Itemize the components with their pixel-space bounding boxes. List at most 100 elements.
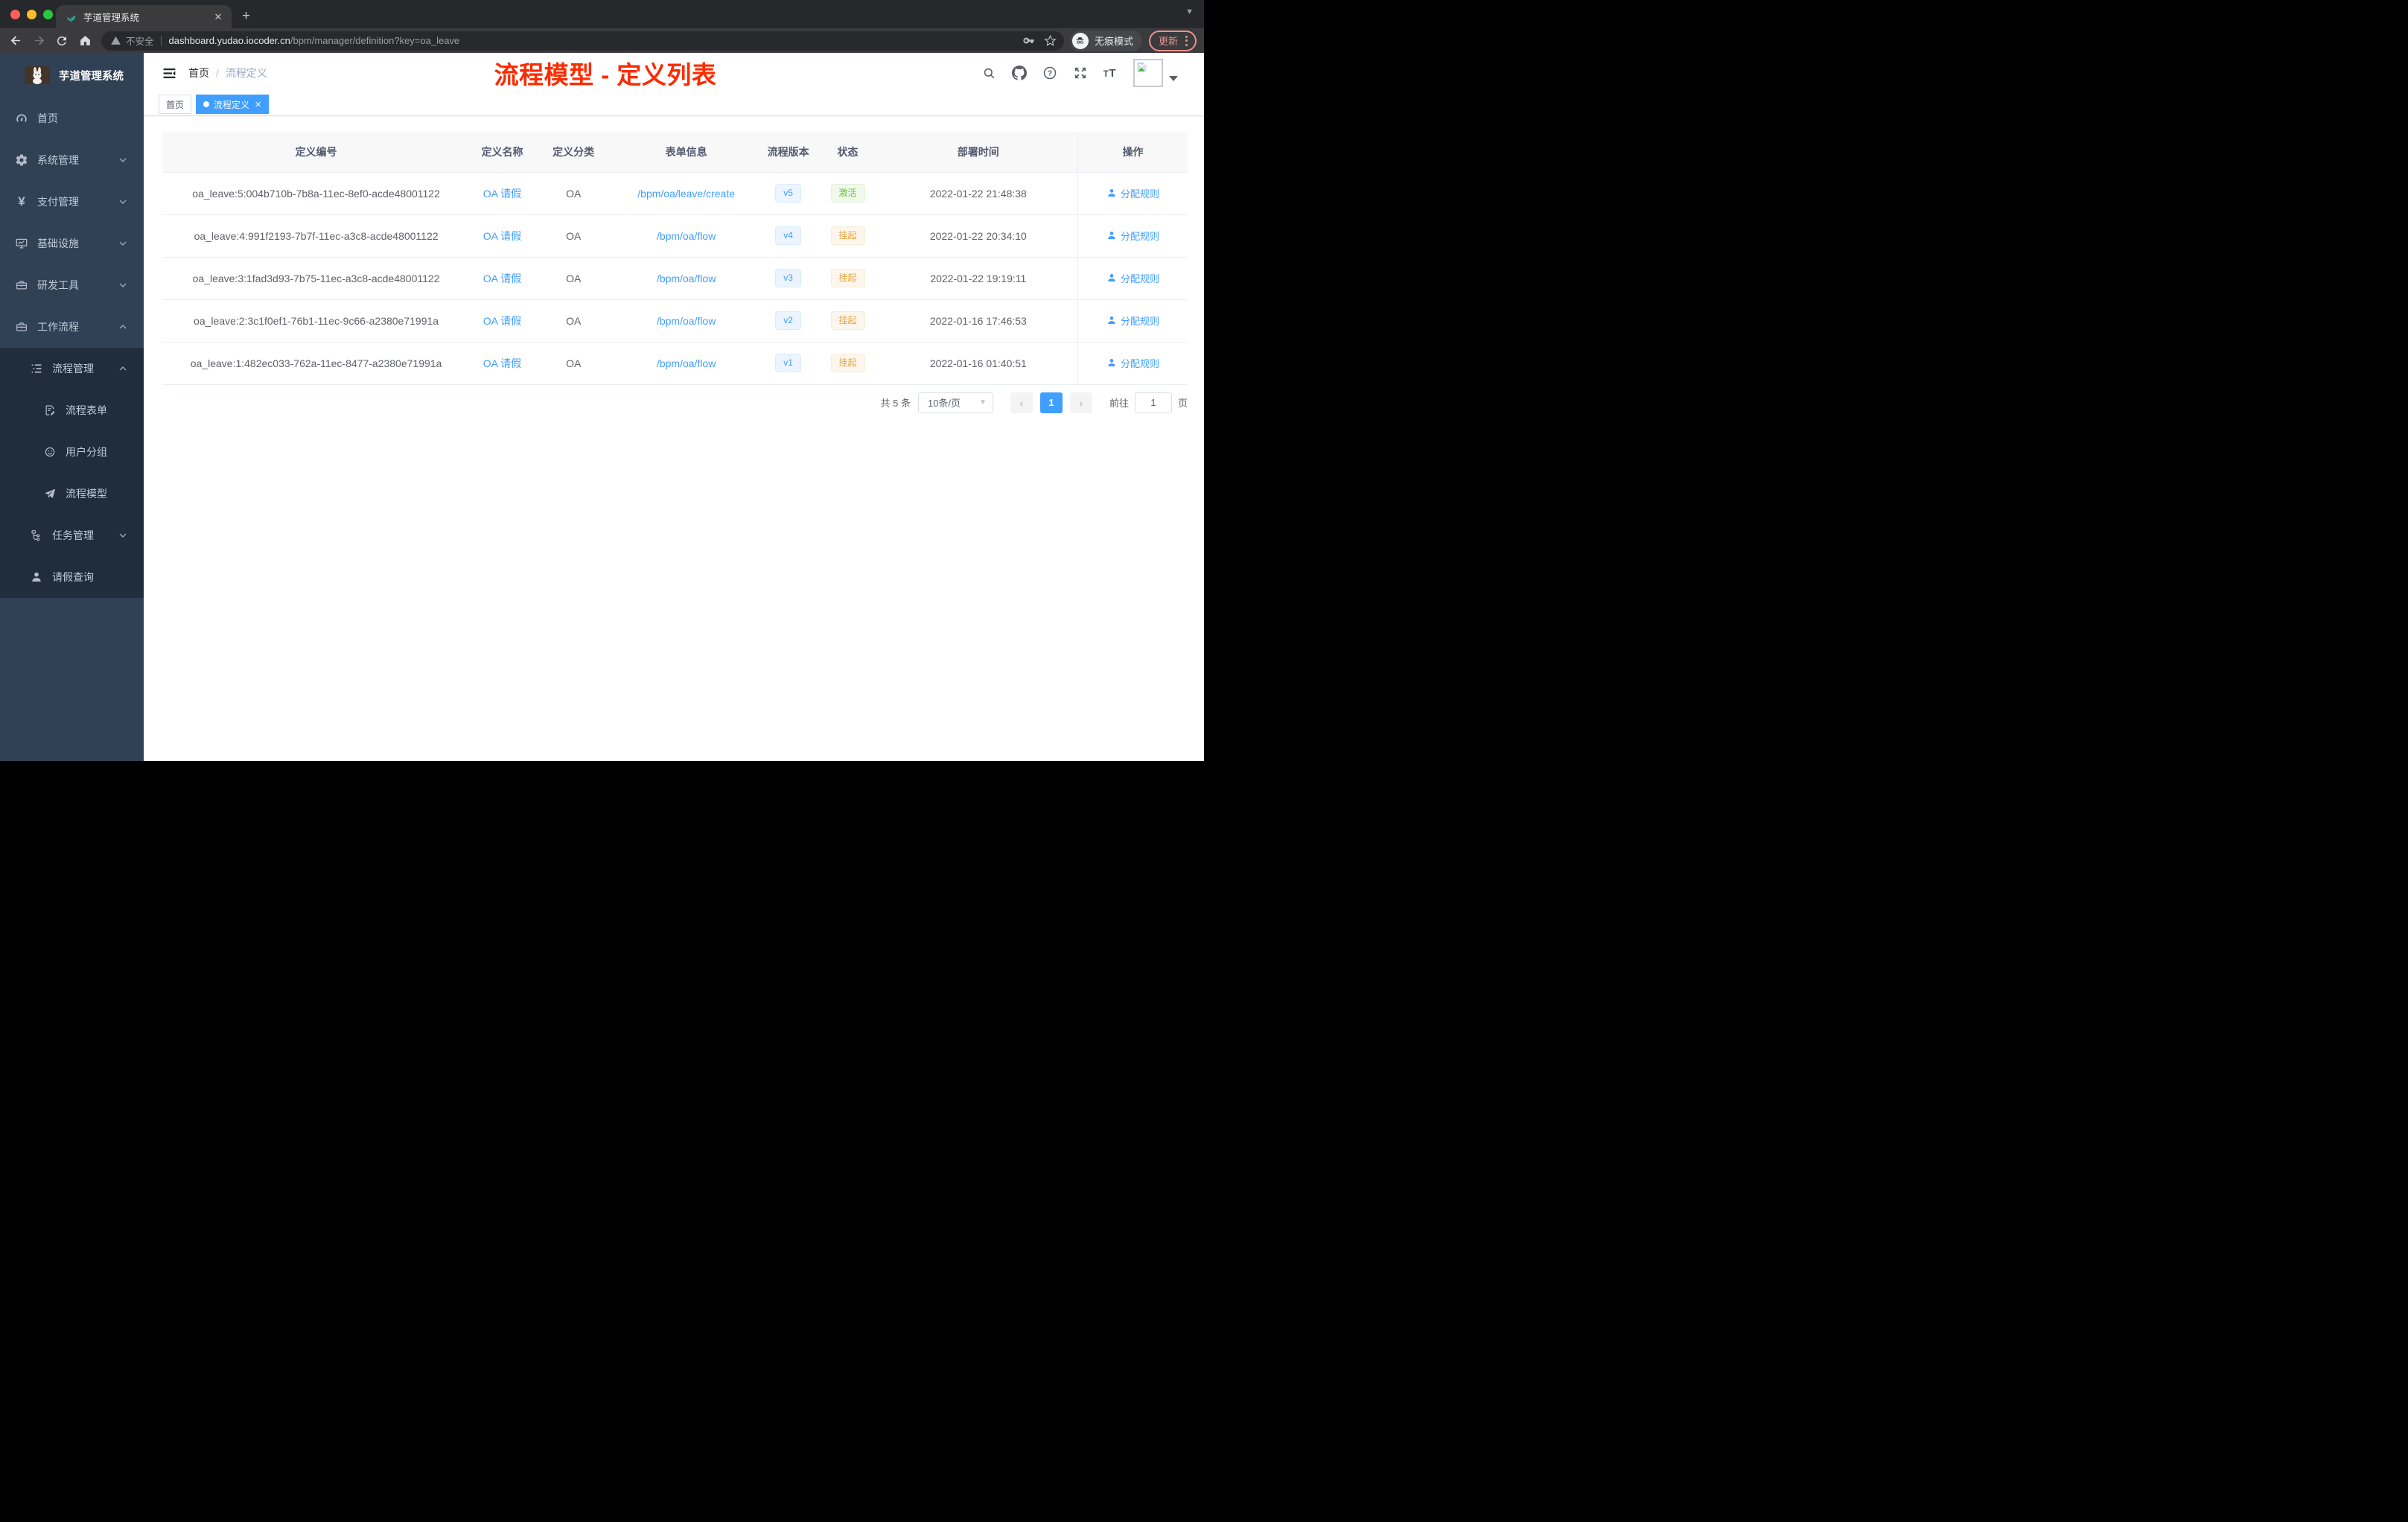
tag-home[interactable]: 首页 (159, 95, 192, 114)
tab-close-icon[interactable]: ✕ (212, 11, 224, 23)
chevron-down-icon (118, 281, 127, 290)
window-controls[interactable] (10, 10, 53, 19)
sidebar-item-home[interactable]: 首页 (0, 98, 144, 139)
sidebar-item-user-group[interactable]: 用户分组 (0, 431, 144, 473)
form-link[interactable]: /bpm/oa/flow (657, 315, 716, 327)
sidebar-item-label: 用户分组 (66, 446, 107, 458)
cell-category: OA (534, 214, 613, 258)
assign-rule-button[interactable]: 分配规则 (1106, 313, 1159, 328)
fullscreen-icon[interactable] (1073, 66, 1088, 80)
table-row: oa_leave:2:3c1f0ef1-76b1-11ec-9c66-a2380… (162, 299, 1188, 343)
form-link[interactable]: /bpm/oa/flow (657, 357, 716, 369)
logo-image (25, 66, 50, 84)
assign-rule-button[interactable]: 分配规则 (1106, 356, 1159, 370)
sidebar-item-process-model[interactable]: 流程模型 (0, 473, 144, 515)
column-header: 流程版本 (759, 133, 817, 173)
user-icon (30, 570, 43, 584)
browser-tab[interactable]: 芋道管理系统 ✕ (56, 5, 232, 28)
close-window-button[interactable] (10, 10, 20, 19)
bookmark-star-icon[interactable] (1044, 34, 1057, 47)
current-page-button[interactable]: 1 (1039, 392, 1063, 413)
tab-search-chevron-icon[interactable]: ▼ (1185, 7, 1194, 16)
form-link[interactable]: /bpm/oa/flow (657, 230, 716, 242)
assign-rule-button[interactable]: 分配规则 (1106, 271, 1159, 285)
incognito-badge: 无痕模式 (1069, 30, 1142, 51)
prev-page-button[interactable]: ‹ (1010, 392, 1033, 413)
cell-category: OA (534, 342, 613, 385)
sidebar-logo: 芋道管理系统 (0, 53, 144, 98)
sidebar-item-task-management[interactable]: 任务管理 (0, 515, 144, 556)
sidebar: 芋道管理系统 首页 系统管理 ¥ 支付管理 基础设施 研发工具 工作流程 流程管… (0, 53, 144, 761)
form-link[interactable]: /bpm/oa/flow (657, 273, 716, 284)
breadcrumb-home[interactable]: 首页 (188, 66, 209, 80)
goto-page-input[interactable] (1134, 392, 1172, 413)
document-edit-icon (43, 404, 57, 417)
cell-definition-id: oa_leave:3:1fad3d93-7b75-11ec-a3c8-acde4… (162, 257, 471, 300)
cell-definition-id: oa_leave:5:004b710b-7b8a-11ec-8ef0-acde4… (162, 172, 471, 215)
sidebar-item-system[interactable]: 系统管理 (0, 139, 144, 181)
reload-button[interactable] (52, 31, 71, 51)
github-icon[interactable] (1011, 66, 1027, 80)
chevron-down-icon (118, 531, 127, 540)
search-icon[interactable] (982, 66, 996, 80)
zoom-window-button[interactable] (43, 10, 53, 19)
definition-name-link[interactable]: OA 请假 (483, 357, 521, 369)
assign-rule-button[interactable]: 分配规则 (1106, 229, 1159, 243)
version-badge: v4 (775, 226, 801, 245)
top-navbar: 首页 / 流程定义 流程模型 - 定义列表 ? TT (144, 53, 1204, 93)
sidebar-item-infrastructure[interactable]: 基础设施 (0, 223, 144, 264)
tag-close-icon[interactable]: ✕ (255, 100, 261, 109)
forward-button[interactable] (29, 31, 48, 51)
version-badge: v3 (775, 269, 801, 287)
update-label: 更新 (1158, 36, 1178, 47)
browser-update-menu-button[interactable]: 更新 (1148, 30, 1197, 51)
column-header: 定义编号 (162, 133, 471, 173)
chevron-down-icon (118, 197, 127, 206)
password-key-icon[interactable] (1022, 34, 1035, 47)
sidebar-item-label: 流程管理 (52, 363, 94, 375)
form-link[interactable]: /bpm/oa/leave/create (637, 188, 735, 200)
page-size-select[interactable]: 10条/页 ▼ (917, 392, 993, 413)
security-warning-icon[interactable] (110, 35, 121, 46)
sidebar-item-leave-query[interactable]: 请假查询 (0, 556, 144, 598)
cell-category: OA (534, 172, 613, 215)
next-page-button[interactable]: › (1069, 392, 1092, 413)
definition-name-link[interactable]: OA 请假 (483, 230, 521, 242)
cell-deploy-time: 2022-01-22 21:48:38 (879, 172, 1078, 215)
url-text: dashboard.yudao.iocoder.cn/bpm/manager/d… (169, 35, 1013, 46)
active-dot (203, 101, 210, 107)
toolbox-icon (15, 278, 28, 292)
cell-definition-id: oa_leave:1:482ec033-762a-11ec-8477-a2380… (162, 342, 471, 385)
incognito-icon (1071, 32, 1089, 49)
dashboard-icon (15, 112, 28, 125)
column-header: 状态 (816, 133, 879, 173)
definition-name-link[interactable]: OA 请假 (483, 273, 521, 284)
sidebar-item-process-form[interactable]: 流程表单 (0, 389, 144, 431)
sidebar-item-label: 基础设施 (37, 238, 79, 249)
sidebar-fold-icon[interactable] (156, 60, 182, 86)
sidebar-item-process-management[interactable]: 流程管理 (0, 348, 144, 389)
cell-definition-id: oa_leave:2:3c1f0ef1-76b1-11ec-9c66-a2380… (162, 299, 471, 343)
tag-process-definition[interactable]: 流程定义 ✕ (196, 95, 270, 114)
cell-definition-id: oa_leave:4:991f2193-7b7f-11ec-a3c8-acde4… (162, 214, 471, 258)
browser-window: 芋道管理系统 ✕ + ▼ 不安全 dashboard.yudao.iocoder… (0, 0, 1204, 761)
minimize-window-button[interactable] (27, 10, 36, 19)
sidebar-item-payment[interactable]: ¥ 支付管理 (0, 181, 144, 223)
user-icon (1108, 189, 1115, 197)
user-avatar-menu[interactable] (1133, 59, 1178, 87)
table-row: oa_leave:4:991f2193-7b7f-11ec-a3c8-acde4… (162, 214, 1188, 258)
toolbox-icon (15, 320, 28, 334)
column-header: 定义名称 (470, 133, 535, 173)
help-icon[interactable]: ? (1042, 66, 1057, 80)
new-tab-button[interactable]: + (242, 8, 250, 25)
definition-name-link[interactable]: OA 请假 (483, 188, 521, 200)
definition-name-link[interactable]: OA 请假 (483, 315, 521, 327)
sidebar-item-workflow[interactable]: 工作流程 (0, 306, 144, 348)
home-button[interactable] (75, 31, 95, 51)
sidebar-item-label: 系统管理 (37, 154, 79, 166)
assign-rule-button[interactable]: 分配规则 (1106, 186, 1159, 200)
address-bar[interactable]: 不安全 dashboard.yudao.iocoder.cn/bpm/manag… (101, 31, 1064, 51)
sidebar-item-dev-tools[interactable]: 研发工具 (0, 264, 144, 306)
back-button[interactable] (6, 31, 25, 51)
font-size-icon[interactable]: TT (1103, 67, 1116, 80)
